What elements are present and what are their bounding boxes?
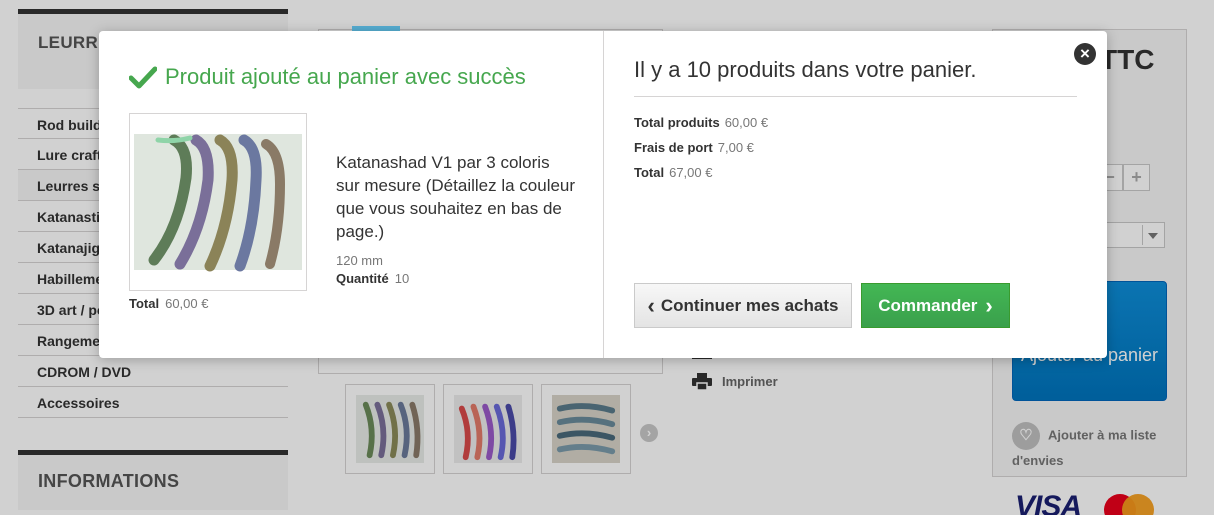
product-image	[129, 113, 307, 291]
quantity-label: Quantité	[336, 271, 389, 286]
product-attribute: 120 mm	[336, 253, 383, 268]
continue-shopping-label: Continuer mes achats	[660, 295, 839, 315]
cart-total: Total 67,00 €	[634, 165, 712, 180]
checkmark-icon	[129, 66, 157, 89]
line-total: Total 60,00 €	[129, 296, 208, 311]
quantity-value: 10	[394, 271, 410, 286]
cart-total-products-value: 60,00 €	[724, 115, 769, 130]
product-name: Katanashad V1 par 3 coloris sur mesure (…	[336, 153, 576, 241]
chevron-right-icon: ›	[985, 292, 993, 318]
continue-shopping-button[interactable]: ‹ Continuer mes achats	[634, 283, 852, 328]
chevron-left-icon: ‹	[647, 292, 655, 318]
lure-product-image	[134, 134, 302, 272]
line-total-value: 60,00 €	[165, 296, 209, 311]
checkout-button[interactable]: Commander ›	[861, 283, 1010, 328]
close-icon[interactable]: ×	[1074, 43, 1096, 65]
cart-shipping: Frais de port 7,00 €	[634, 140, 754, 155]
modal-product-panel: Produit ajouté au panier avec succès Tot…	[99, 31, 604, 358]
cart-total-products-label: Total produits	[634, 115, 720, 130]
cart-total-products: Total produits 60,00 €	[634, 115, 768, 130]
success-message: Produit ajouté au panier avec succès	[129, 64, 526, 90]
cart-total-label: Total	[634, 165, 665, 180]
line-total-label: Total	[129, 296, 160, 311]
product-quantity: Quantité 10	[336, 271, 409, 286]
add-to-cart-modal: Produit ajouté au panier avec succès Tot…	[99, 31, 1107, 358]
cart-summary-title: Il y a 10 produits dans votre panier.	[634, 57, 1077, 97]
cart-total-value: 67,00 €	[669, 165, 713, 180]
checkout-label: Commander	[878, 295, 978, 315]
success-message-text: Produit ajouté au panier avec succès	[165, 64, 526, 89]
cart-shipping-value: 7,00 €	[717, 140, 754, 155]
cart-shipping-label: Frais de port	[634, 140, 713, 155]
modal-cart-panel: Il y a 10 produits dans votre panier. To…	[604, 31, 1107, 358]
